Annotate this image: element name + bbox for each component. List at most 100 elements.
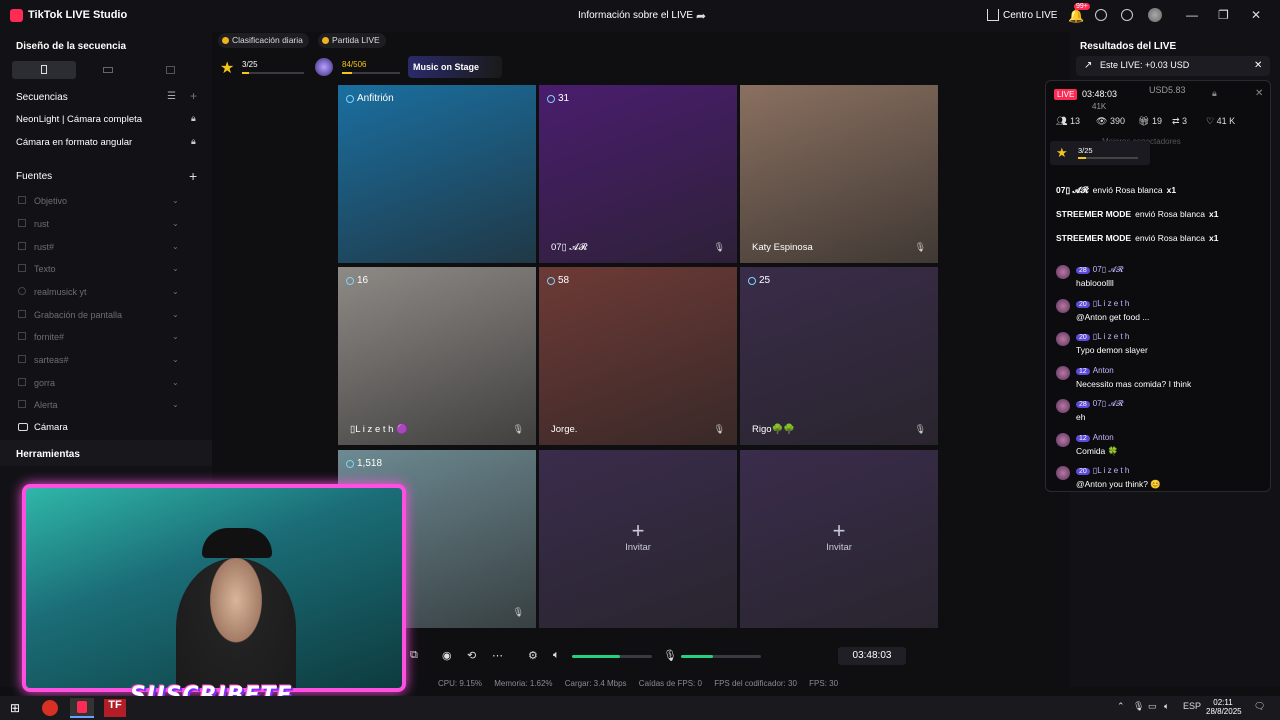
more-icon[interactable]: ⋯ [492, 649, 503, 662]
mic-volume-slider[interactable] [681, 655, 761, 658]
language-indicator[interactable]: ESP [1183, 701, 1201, 711]
avatar[interactable] [1056, 466, 1070, 480]
source-item[interactable]: rust# [34, 242, 54, 252]
chat-message[interactable]: 28 07▯ 𝓐𝓡 eh [1056, 399, 1266, 429]
chat-message[interactable]: 20 ▯L i z e t h Typo demon slayer [1056, 332, 1266, 362]
scene-icon[interactable]: ⧉ [410, 649, 418, 662]
guest-slot[interactable]: + Invitar [539, 450, 737, 628]
windows-start-icon[interactable]: ⊞ [10, 701, 20, 715]
invite-button[interactable]: + Invitar [740, 520, 938, 554]
add-source-icon[interactable]: + [189, 168, 197, 184]
guest-slot[interactable]: 25 Rigo🌳🌳 🎙︎ [740, 267, 938, 445]
source-item[interactable]: sarteas# [34, 355, 69, 365]
chat-message[interactable]: 12 Anton Comida 🍀 [1056, 432, 1266, 463]
mic-icon[interactable]: 🎙︎ [663, 649, 677, 662]
mic-muted-icon[interactable]: 🎙︎ [513, 607, 524, 618]
chevron-down-icon[interactable]: ⌄ [172, 219, 179, 228]
add-sequence-icon[interactable]: + [190, 89, 197, 103]
avatar[interactable] [1056, 399, 1070, 413]
live-info-title[interactable]: Información sobre el LIVE [578, 10, 693, 21]
tab-landscape[interactable] [76, 61, 140, 79]
source-item[interactable]: fornite# [34, 332, 64, 342]
avatar[interactable] [1056, 432, 1070, 447]
tray-chevron-icon[interactable]: ⌃ [1117, 701, 1125, 712]
tab-dual[interactable] [138, 61, 202, 79]
replay-icon[interactable]: ⟲ [467, 649, 476, 662]
adjust-icon[interactable]: ⚙ [528, 649, 538, 662]
close-icon[interactable]: ✕ [1251, 8, 1261, 22]
settings-icon[interactable] [1121, 9, 1133, 21]
sequence-item[interactable]: NeonLight | Cámara completa [16, 114, 142, 125]
source-item[interactable]: gorra [34, 378, 55, 388]
guest-slot[interactable]: Anfitrión [338, 85, 536, 263]
guest-slot[interactable]: 16 ▯L i z e t h 🟣 🎙︎ [338, 267, 536, 445]
invite-button[interactable]: + Invitar [539, 520, 737, 554]
chat-message[interactable]: 12 Anton Necessito mas comida? I think [1056, 365, 1266, 396]
chevron-down-icon[interactable]: ⌄ [172, 355, 179, 364]
minimize-icon[interactable]: — [1186, 8, 1198, 22]
guest-slot[interactable]: + Invitar [740, 450, 938, 628]
this-live-row[interactable]: Este LIVE: +0.03 USD [1076, 56, 1270, 76]
source-item[interactable]: realmusick yt [34, 287, 87, 297]
guest-slot[interactable]: 31 07▯ 𝓐𝓡 🎙︎ [539, 85, 737, 263]
chat-username[interactable]: 28 07▯ 𝓐𝓡 [1076, 399, 1124, 409]
chevron-down-icon[interactable]: ⌄ [172, 287, 179, 296]
chrome-icon[interactable] [42, 700, 58, 716]
source-item[interactable]: Grabación de pantalla [34, 310, 122, 320]
network-icon[interactable]: ▭ [1148, 701, 1157, 712]
notifications-icon[interactable]: 🗨︎ [1254, 701, 1265, 712]
list-icon[interactable]: ☰ [167, 91, 176, 102]
guest-slot[interactable]: Katy Espinosa 🎙︎ [740, 85, 938, 263]
help-icon[interactable] [1095, 9, 1107, 21]
mic-muted-icon[interactable]: 🎙︎ [513, 424, 524, 435]
chevron-down-icon[interactable]: ⌄ [172, 332, 179, 341]
record-icon[interactable]: ◉ [442, 649, 452, 662]
chat-username[interactable]: 20 ▯L i z e t h [1076, 466, 1129, 475]
chevron-down-icon[interactable]: ⌄ [172, 242, 179, 251]
avatar[interactable] [1056, 332, 1070, 346]
chat-username[interactable]: 12 Anton [1076, 433, 1114, 442]
chat-username[interactable]: 28 07▯ 𝓐𝓡 [1076, 265, 1124, 275]
chevron-down-icon[interactable]: ⌄ [172, 400, 179, 409]
centro-live-button[interactable]: Centro LIVE [1003, 10, 1057, 21]
home-icon[interactable] [987, 9, 999, 21]
avatar[interactable] [1148, 8, 1162, 22]
source-item[interactable]: Texto [34, 264, 56, 274]
avatar[interactable] [1056, 365, 1070, 380]
app-tf-icon[interactable]: TF [104, 699, 126, 717]
source-item[interactable]: Objetivo [34, 196, 67, 206]
chat-message[interactable]: 20 ▯L i z e t h @Anton you think? 😊 [1056, 466, 1266, 491]
camera-source[interactable]: Cámara [34, 422, 68, 433]
ranking-pill[interactable]: Clasificación diaria [218, 33, 309, 48]
mic-muted-icon[interactable]: 🎙︎ [915, 424, 926, 435]
bell-icon[interactable]: 🔔 [1068, 8, 1084, 24]
chat-username[interactable]: 20 ▯L i z e t h [1076, 332, 1129, 341]
close-icon[interactable]: ✕ [1255, 88, 1263, 99]
chat-message[interactable]: 20 ▯L i z e t h @Anton get food ... [1056, 298, 1266, 329]
chat-username[interactable]: 20 ▯L i z e t h [1076, 299, 1129, 308]
avatar[interactable] [1056, 265, 1070, 279]
chat-message[interactable]: 28 07▯ 𝓐𝓡 hablooollll [1056, 265, 1266, 295]
mic-muted-icon[interactable]: 🎙︎ [714, 424, 725, 435]
lock-icon[interactable]: 🔒︎ [191, 136, 196, 147]
mic-tray-icon[interactable]: 🎙︎ [1133, 701, 1144, 712]
avatar[interactable] [1056, 298, 1070, 313]
lock-icon[interactable]: 🔒︎ [191, 113, 196, 124]
clock[interactable]: 02:11 28/8/2025 [1206, 698, 1242, 716]
guest-slot[interactable]: 58 Jorge. 🎙︎ [539, 267, 737, 445]
chevron-down-icon[interactable]: ⌄ [172, 264, 179, 273]
mic-muted-icon[interactable]: 🎙︎ [714, 242, 725, 253]
source-item[interactable]: rust [34, 219, 49, 229]
chat-username[interactable]: 12 Anton [1076, 366, 1114, 375]
match-pill[interactable]: Partida LIVE [318, 33, 386, 48]
speaker-volume-slider[interactable] [572, 655, 652, 658]
maximize-icon[interactable]: ❐ [1218, 8, 1229, 22]
share-icon[interactable]: ➦ [696, 9, 708, 23]
chevron-down-icon[interactable]: ⌄ [172, 196, 179, 205]
mic-muted-icon[interactable]: 🎙︎ [915, 242, 926, 253]
lock-icon[interactable]: 🔒︎ [1212, 88, 1217, 99]
speaker-icon[interactable]: 🔈︎ [553, 649, 560, 662]
tab-portrait[interactable] [12, 61, 76, 79]
chevron-down-icon[interactable]: ⌄ [172, 310, 179, 319]
sequence-item[interactable]: Cámara en formato angular [16, 137, 132, 148]
